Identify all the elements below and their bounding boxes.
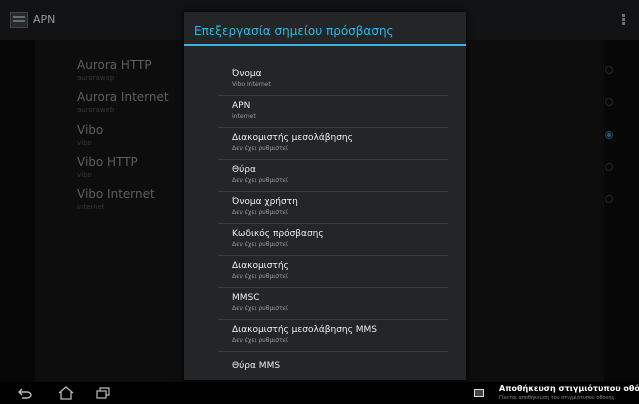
pref-proxy[interactable]: Διακομιστής μεσολάβησης Δεν έχει ρυθμιστ…: [218, 128, 448, 160]
pref-mmsc[interactable]: MMSC Δεν έχει ρυθμιστεί: [218, 288, 448, 320]
pref-password[interactable]: Κωδικός πρόσβασης Δεν έχει ρυθμιστεί: [218, 224, 448, 256]
pref-mms-proxy[interactable]: Διακομιστής μεσολάβησης MMS Δεν έχει ρυθ…: [218, 320, 448, 352]
pref-value: Δεν έχει ρυθμιστεί: [232, 209, 288, 216]
pref-title: Διακομιστής μεσολάβησης MMS: [232, 325, 377, 335]
pref-value: Δεν έχει ρυθμιστεί: [232, 177, 288, 184]
pref-port[interactable]: Θύρα Δεν έχει ρυθμιστεί: [218, 160, 448, 192]
pref-value: Δεν έχει ρυθμιστεί: [232, 337, 288, 344]
pref-title: Θύρα: [232, 165, 256, 175]
home-icon[interactable]: [58, 386, 74, 400]
pref-mms-port[interactable]: Θύρα MMS: [218, 352, 448, 380]
pref-value: Δεν έχει ρυθμιστεί: [232, 305, 288, 312]
pref-value: Δεν έχει ρυθμιστεί: [232, 273, 288, 280]
pref-apn[interactable]: APN internet: [218, 96, 448, 128]
pref-value: internet: [232, 113, 256, 120]
pref-title: Διακομιστής μεσολάβησης: [232, 133, 353, 143]
pref-title: Διακομιστής: [232, 261, 289, 271]
system-bar: Αποθήκευση στιγμιότυπου οθόνης... Γίνετα…: [0, 382, 639, 404]
pref-title: Κωδικός πρόσβασης: [232, 229, 324, 239]
pref-title: Όνομα χρήστη: [232, 197, 298, 207]
edit-access-point-dialog: Επεξεργασία σημείου πρόσβασης Όνομα Vibo…: [184, 12, 466, 380]
notification-text: Γίνεται αποθήκευση του στιγμιότυπου οθόν…: [499, 395, 615, 401]
pref-title: MMSC: [232, 293, 260, 303]
pref-title: Όνομα: [232, 69, 262, 79]
recent-apps-icon[interactable]: [96, 387, 110, 399]
dialog-title: Επεξεργασία σημείου πρόσβασης: [194, 24, 394, 38]
pref-server[interactable]: Διακομιστής Δεν έχει ρυθμιστεί: [218, 256, 448, 288]
pref-value: Δεν έχει ρυθμιστεί: [232, 145, 288, 152]
screen: APN Aurora HTTP aurorawap Aurora Interne…: [0, 0, 639, 404]
pref-value: Δεν έχει ρυθμιστεί: [232, 241, 288, 248]
pref-value: Vibo Internet: [232, 81, 271, 88]
dialog-divider: [184, 44, 466, 46]
notification-title[interactable]: Αποθήκευση στιγμιότυπου οθόνης...: [499, 384, 639, 393]
pref-title: APN: [232, 101, 251, 111]
screenshot-icon: [474, 389, 484, 397]
pref-username[interactable]: Όνομα χρήστη Δεν έχει ρυθμιστεί: [218, 192, 448, 224]
pref-title: Θύρα MMS: [232, 361, 281, 371]
back-icon[interactable]: [18, 388, 32, 399]
pref-name[interactable]: Όνομα Vibo Internet: [218, 64, 448, 96]
